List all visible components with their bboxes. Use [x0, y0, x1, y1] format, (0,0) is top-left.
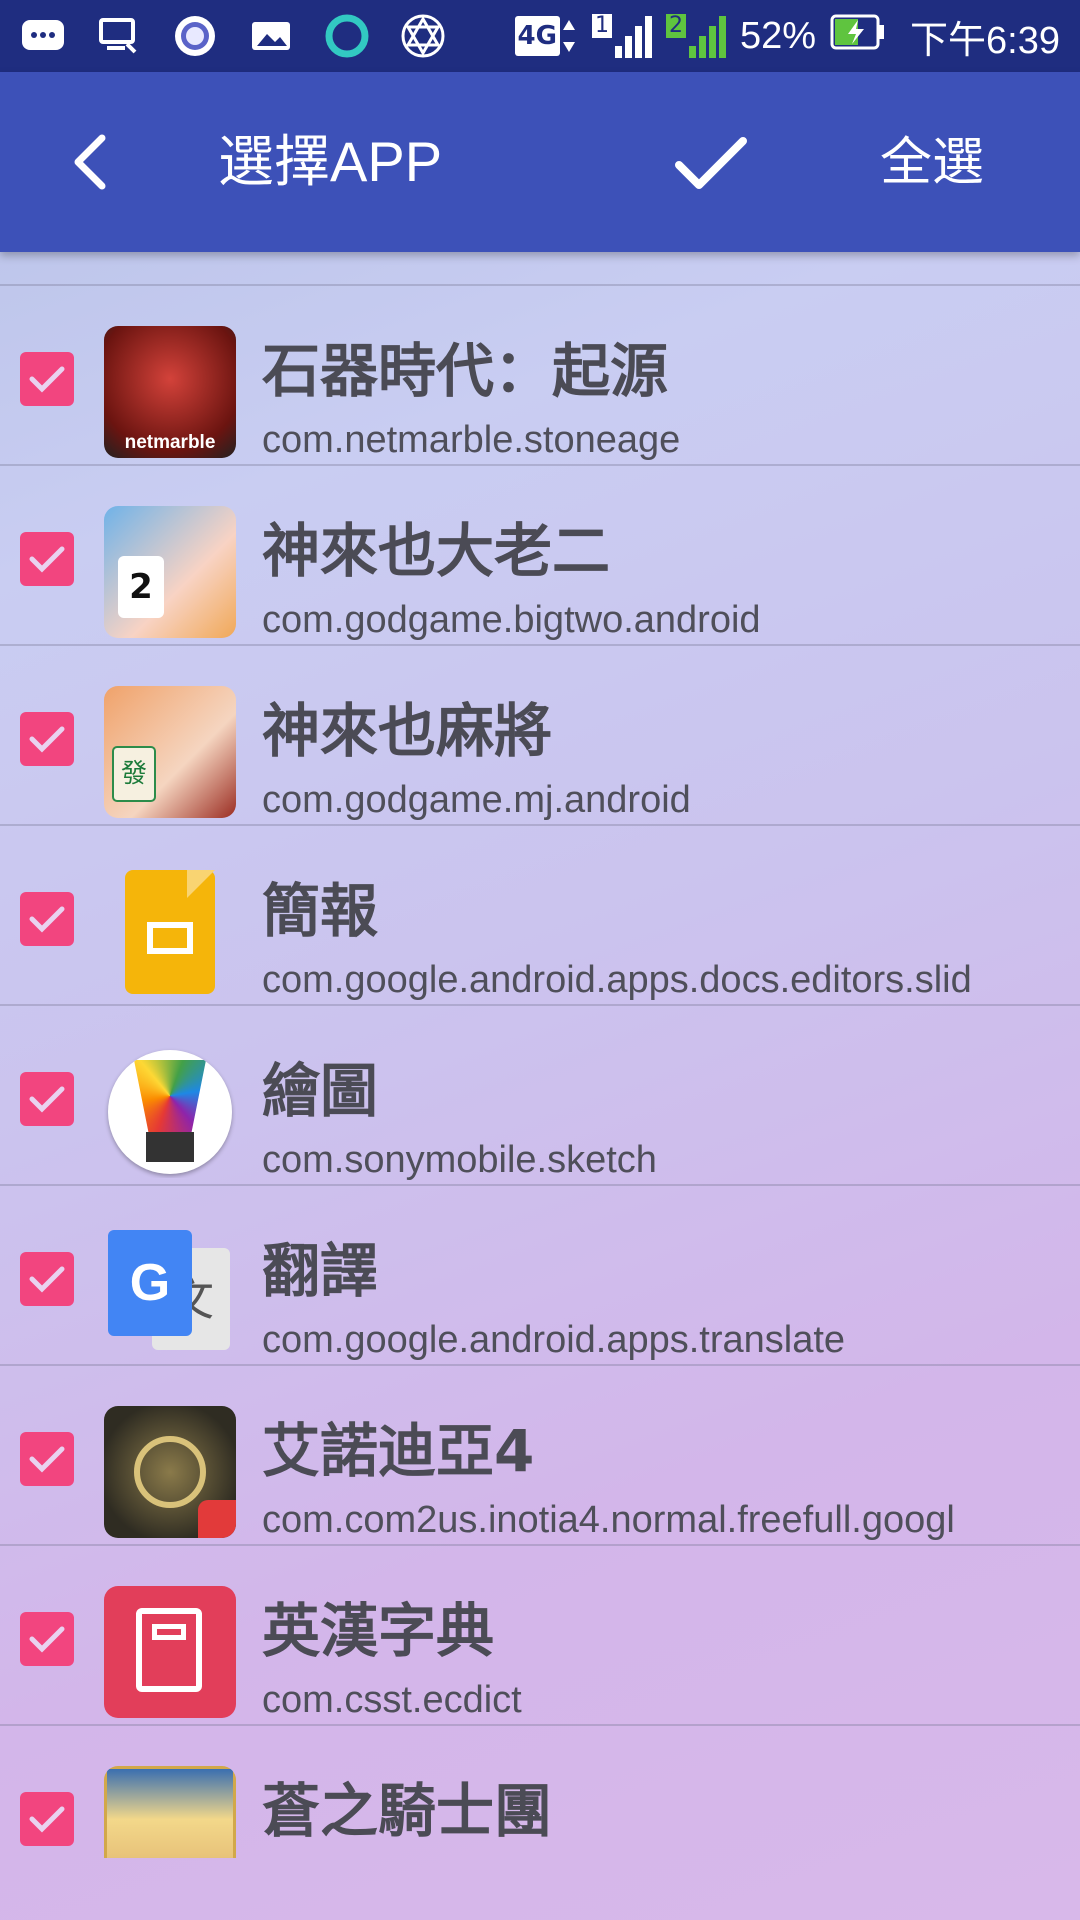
app-name: 簡報 — [262, 877, 379, 945]
gallery-icon — [248, 13, 294, 59]
battery-percent: 52% — [739, 14, 817, 57]
app-row[interactable]: 發神來也麻將 com.godgame.mj.android — [0, 646, 1080, 826]
app-checkbox[interactable] — [20, 1432, 74, 1486]
app-row[interactable]: 簡報 com.google.android.apps.docs.editors.s… — [0, 826, 1080, 1006]
app-name: 蒼之騎士團 — [262, 1777, 553, 1845]
app-package: com.csst.ecdict — [262, 1679, 522, 1721]
app-checkbox[interactable] — [20, 1072, 74, 1126]
chevron-left-icon — [74, 134, 106, 190]
checkmark-icon — [29, 546, 65, 573]
sim1-label: 1 — [591, 14, 612, 38]
checkmark-icon — [29, 1086, 65, 1113]
app-package: com.godgame.bigtwo.android — [262, 599, 761, 641]
app-checkbox[interactable] — [20, 1612, 74, 1666]
hortensia-icon: HortensIA — [104, 1766, 236, 1858]
inotia-icon — [104, 1406, 236, 1538]
select-all-button[interactable]: 全選 — [880, 128, 984, 198]
app-row[interactable]: HortensIA 蒼之騎士團 com.sega.hortensiasaga.tw — [0, 1726, 1080, 1858]
app-checkbox[interactable] — [20, 352, 74, 406]
app-name: 神來也麻將 — [262, 697, 553, 765]
checkmark-icon — [29, 366, 65, 393]
network-type-label: 4G — [514, 16, 560, 56]
app-name: 翻譯 — [262, 1237, 379, 1305]
back-button[interactable] — [50, 122, 130, 202]
app-row[interactable]: 英漢字典 com.csst.ecdict — [0, 1546, 1080, 1726]
sketch-icon — [104, 1046, 236, 1178]
app-package: com.sega.hortensiasaga.tw — [262, 1856, 725, 1858]
app-name: 繪圖 — [262, 1057, 379, 1125]
mahjong-icon: 發 — [104, 686, 236, 818]
checkmark-icon — [29, 1806, 65, 1833]
app-row[interactable]: 2 神來也大老二 com.godgame.bigtwo.android — [0, 466, 1080, 646]
checkmark-icon — [29, 906, 65, 933]
app-name: 英漢字典 — [262, 1597, 495, 1665]
dictionary-icon — [104, 1586, 236, 1718]
app-checkbox[interactable] — [20, 892, 74, 946]
battery-charging-icon — [830, 14, 886, 59]
app-name: 神來也大老二 — [262, 517, 611, 585]
clock: 下午6:39 — [910, 19, 1060, 62]
status-bar: 4G 1 2 52% 下午6:39 — [0, 0, 1080, 72]
app-checkbox[interactable] — [20, 1792, 74, 1846]
page-title: 選擇APP — [218, 130, 443, 193]
app-package: com.google.android.apps.translate — [262, 1319, 846, 1361]
checkmark-icon — [29, 1266, 65, 1293]
confirm-button[interactable] — [666, 124, 756, 204]
bigtwo-icon: 2 — [104, 506, 236, 638]
checkmark-icon — [29, 1626, 65, 1653]
checkmark-icon — [29, 726, 65, 753]
app-package: com.sonymobile.sketch — [262, 1139, 657, 1181]
translate-icon: 文G — [104, 1226, 236, 1358]
network-type-icon: 4G — [514, 16, 578, 56]
app-package: com.godgame.mj.android — [262, 779, 691, 821]
ring-app-icon — [324, 13, 370, 59]
app-package: com.google.android.apps.docs.editors.sli… — [262, 959, 972, 1001]
check-icon — [675, 137, 747, 189]
app-row[interactable]: netmarble 石器時代：起源 com.netmarble.stoneage — [0, 286, 1080, 466]
app-checkbox[interactable] — [20, 1252, 74, 1306]
app-bar: 選擇APP 全選 — [0, 72, 1080, 252]
list-divider — [0, 252, 1080, 286]
app-package: com.com2us.inotia4.normal.freefull.googl — [262, 1499, 955, 1541]
app-row[interactable]: 艾諾迪亞4 com.com2us.inotia4.normal.freefull.… — [0, 1366, 1080, 1546]
app-row[interactable]: 文G 翻譯 com.google.android.apps.translate — [0, 1186, 1080, 1366]
app-name: 石器時代：起源 — [262, 337, 669, 405]
checkmark-icon — [29, 1446, 65, 1473]
sim1-signal-icon: 1 — [591, 14, 652, 58]
slides-icon — [104, 866, 236, 998]
stoneage-icon: netmarble — [104, 326, 236, 458]
sim2-signal-icon: 2 — [665, 14, 726, 58]
sim2-label: 2 — [665, 14, 686, 38]
app-checkbox[interactable] — [20, 712, 74, 766]
circle-app-icon — [172, 13, 218, 59]
star-of-david-icon — [400, 13, 446, 59]
screen-cast-icon — [96, 13, 142, 59]
app-package: com.netmarble.stoneage — [262, 419, 681, 461]
app-checkbox[interactable] — [20, 532, 74, 586]
chat-icon — [20, 13, 66, 59]
app-name: 艾諾迪亞4 — [262, 1417, 535, 1485]
app-list: netmarble 石器時代：起源 com.netmarble.stoneage 2 神… — [0, 252, 1080, 1858]
app-row[interactable]: 繪圖 com.sonymobile.sketch — [0, 1006, 1080, 1186]
